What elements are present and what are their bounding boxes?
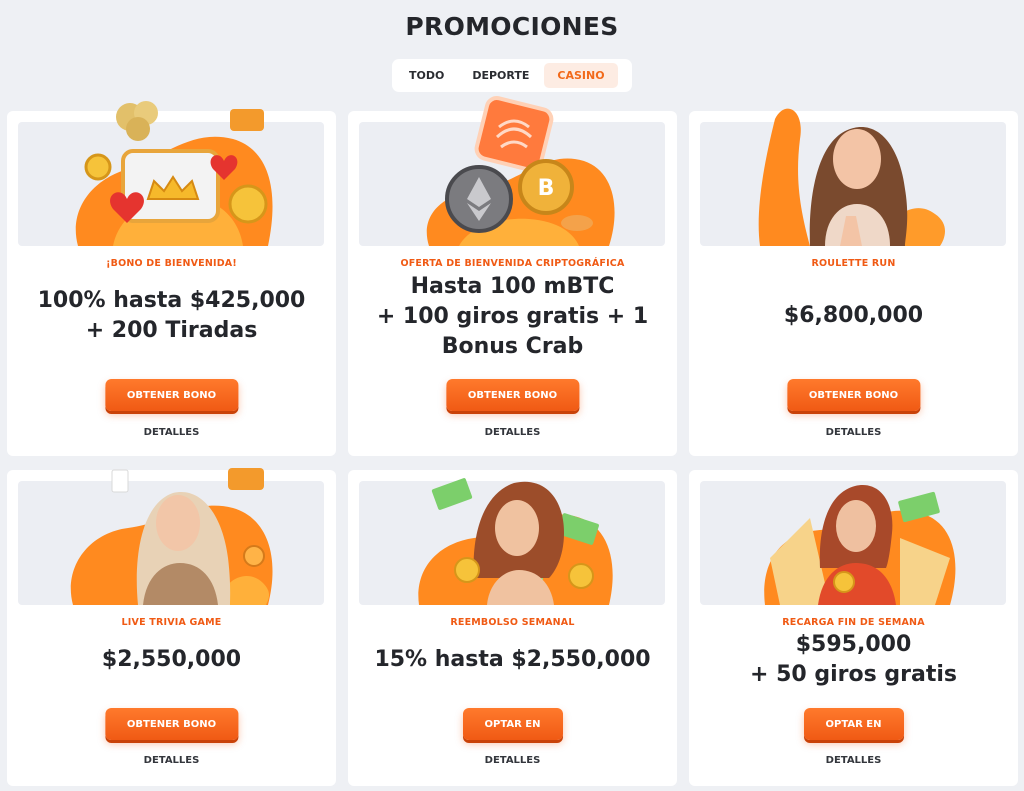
promo-card-weekly-cashback: REEMBOLSO SEMANAL 15% hasta $2,550,000 O… bbox=[348, 470, 677, 786]
promo-card-roulette-run: ROULETTE RUN $6,800,000 OBTENER BONO DET… bbox=[689, 108, 1018, 456]
promo-card-crypto-offer: B OFERTA DE BIENVENIDA CRIPTOGRÁFICA Has… bbox=[348, 96, 677, 456]
promo-amount: 15% hasta $2,550,000 bbox=[358, 645, 667, 675]
promo-amount-line: Hasta 100 mBTC bbox=[410, 274, 615, 299]
promo-banner: B bbox=[359, 96, 665, 246]
details-link[interactable]: DETALLES bbox=[7, 755, 336, 766]
promo-amount-line: 100% hasta $425,000 bbox=[37, 288, 306, 313]
promo-label: RECARGA FIN DE SEMANA bbox=[782, 617, 925, 628]
svg-text:B: B bbox=[538, 176, 555, 201]
promo-amount-line: Bonus Crab bbox=[441, 334, 584, 359]
promo-amount-line: + 100 giros gratis + 1 bbox=[376, 304, 649, 329]
slot-machine-icon bbox=[75, 101, 273, 246]
money-woman-icon bbox=[418, 478, 613, 605]
promo-banner bbox=[359, 478, 665, 605]
promo-amount-line: $595,000 bbox=[795, 632, 912, 657]
details-link[interactable]: DETALLES bbox=[348, 755, 677, 766]
tab-casino[interactable]: CASINO bbox=[544, 63, 618, 88]
promo-label: ROULETTE RUN bbox=[811, 258, 896, 269]
promo-banner bbox=[700, 108, 1006, 246]
details-link[interactable]: DETALLES bbox=[689, 427, 1018, 438]
dealer-woman-icon bbox=[758, 108, 945, 246]
crypto-coins-icon: B bbox=[426, 96, 615, 246]
promo-amount-line: 15% hasta $2,550,000 bbox=[374, 647, 651, 672]
get-bonus-button[interactable]: OBTENER BONO bbox=[786, 379, 921, 411]
promo-amount: $595,000 + 50 giros gratis bbox=[699, 630, 1008, 690]
promo-card-weekend-reload: RECARGA FIN DE SEMANA $595,000 + 50 giro… bbox=[689, 470, 1018, 786]
promo-amount-line: $6,800,000 bbox=[783, 303, 924, 328]
promo-amount: $6,800,000 bbox=[699, 301, 1008, 331]
details-link[interactable]: DETALLES bbox=[348, 427, 677, 438]
promo-amount: $2,550,000 bbox=[17, 645, 326, 675]
promo-amount-line: $2,550,000 bbox=[101, 647, 242, 672]
promo-amount: 100% hasta $425,000 + 200 Tiradas bbox=[17, 286, 326, 346]
promo-card-welcome-bonus: ¡BONO DE BIENVENIDA! 100% hasta $425,000… bbox=[7, 101, 336, 456]
promo-banner bbox=[18, 101, 324, 246]
opt-in-button[interactable]: OPTAR EN bbox=[462, 708, 563, 740]
promo-tabs: TODO DEPORTE CASINO bbox=[392, 59, 632, 92]
promo-label: ¡BONO DE BIENVENIDA! bbox=[106, 258, 237, 269]
details-link[interactable]: DETALLES bbox=[689, 755, 1018, 766]
opt-in-button[interactable]: OPTAR EN bbox=[803, 708, 904, 740]
promo-banner bbox=[700, 481, 1006, 605]
tab-todo[interactable]: TODO bbox=[396, 63, 457, 88]
page-title: PROMOCIONES bbox=[405, 12, 619, 41]
get-bonus-button[interactable]: OBTENER BONO bbox=[104, 708, 239, 740]
tab-deporte[interactable]: DEPORTE bbox=[459, 63, 542, 88]
promo-amount: Hasta 100 mBTC + 100 giros gratis + 1 Bo… bbox=[358, 272, 667, 362]
promo-card-live-trivia: LIVE TRIVIA GAME $2,550,000 OBTENER BONO… bbox=[7, 468, 336, 786]
get-bonus-button[interactable]: OBTENER BONO bbox=[445, 379, 580, 411]
promo-amount-line: + 50 giros gratis bbox=[750, 662, 957, 687]
get-bonus-button[interactable]: OBTENER BONO bbox=[104, 379, 239, 411]
promo-amount-line: + 200 Tiradas bbox=[85, 318, 258, 343]
promo-label: LIVE TRIVIA GAME bbox=[121, 617, 222, 628]
promo-banner bbox=[18, 468, 324, 605]
host-woman-icon bbox=[70, 468, 273, 605]
promo-label: REEMBOLSO SEMANAL bbox=[450, 617, 575, 628]
promo-label: OFERTA DE BIENVENIDA CRIPTOGRÁFICA bbox=[400, 258, 625, 269]
money-man-icon bbox=[764, 485, 956, 605]
details-link[interactable]: DETALLES bbox=[7, 427, 336, 438]
